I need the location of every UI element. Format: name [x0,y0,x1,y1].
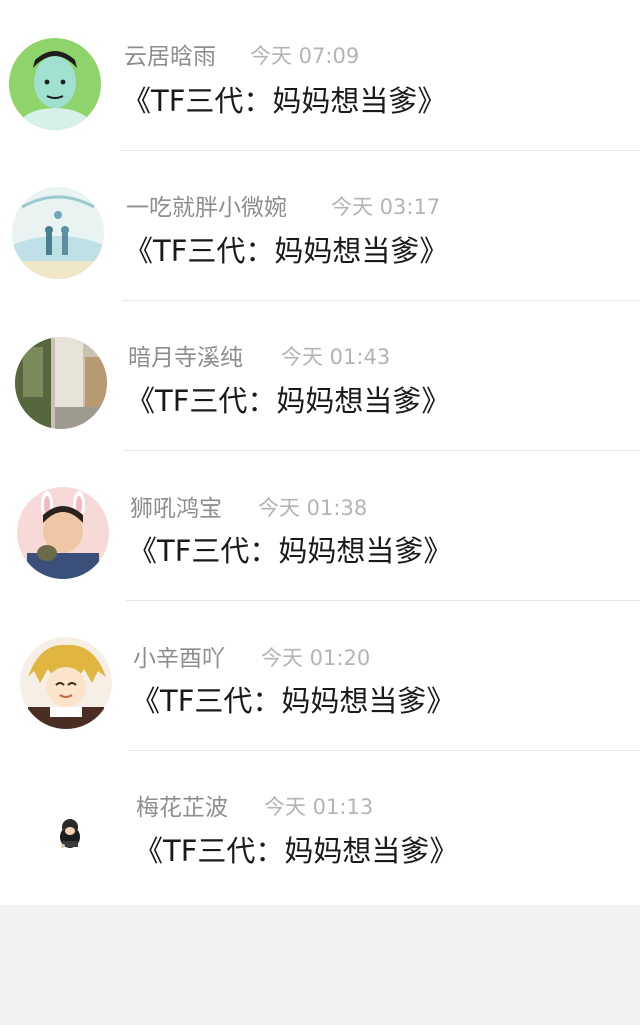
message-text: 《TF三代：妈妈想当爹》 [134,834,459,868]
message-time: 今天 07:09 [250,44,360,68]
list-item[interactable]: 云居晗雨 今天 07:09 《TF三代：妈妈想当爹》 [0,0,640,151]
list-item[interactable]: 狮吼鸿宝 今天 01:38 《TF三代：妈妈想当爹》 [0,450,640,601]
avatar-boy-bunny-ears [17,487,109,579]
avatar[interactable] [9,38,101,130]
message-text: 《TF三代：妈妈想当爹》 [131,684,456,718]
sender-name: 狮吼鸿宝 [130,496,222,522]
avatar[interactable] [20,637,112,729]
avatar-cartoon-man-green [9,38,101,130]
avatar[interactable] [17,487,109,579]
sender-name: 梅花芷波 [136,795,228,821]
message-time: 今天 01:38 [258,496,368,520]
message-time: 今天 01:13 [264,795,374,819]
avatar-couple-watercolor [12,187,104,279]
message-list: 云居晗雨 今天 07:09 《TF三代：妈妈想当爹》 一吃就胖小微婉 今天 03… [0,0,640,905]
avatar-street-photo [15,337,107,429]
message-text: 《TF三代：妈妈想当爹》 [124,234,449,268]
list-item[interactable]: 梅花芷波 今天 01:13 《TF三代：妈妈想当爹》 [0,750,640,900]
avatar[interactable] [23,787,115,879]
message-time: 今天 03:17 [331,195,441,219]
list-item[interactable]: 小辛酉吖 今天 01:20 《TF三代：妈妈想当爹》 [0,600,640,751]
message-text: 《TF三代：妈妈想当爹》 [122,84,447,118]
sender-name: 云居晗雨 [124,44,216,70]
avatar-small-doll [23,787,115,879]
list-item[interactable]: 一吃就胖小微婉 今天 03:17 《TF三代：妈妈想当爹》 [0,150,640,301]
sender-name: 暗月寺溪纯 [128,345,243,371]
message-time: 今天 01:43 [281,345,391,369]
avatar-anime-character [20,637,112,729]
list-item[interactable]: 暗月寺溪纯 今天 01:43 《TF三代：妈妈想当爹》 [0,300,640,451]
message-text: 《TF三代：妈妈想当爹》 [126,384,451,418]
avatar[interactable] [12,187,104,279]
message-time: 今天 01:20 [261,646,371,670]
sender-name: 小辛酉吖 [133,646,225,672]
avatar[interactable] [15,337,107,429]
sender-name: 一吃就胖小微婉 [126,195,287,221]
message-text: 《TF三代：妈妈想当爹》 [128,534,453,568]
